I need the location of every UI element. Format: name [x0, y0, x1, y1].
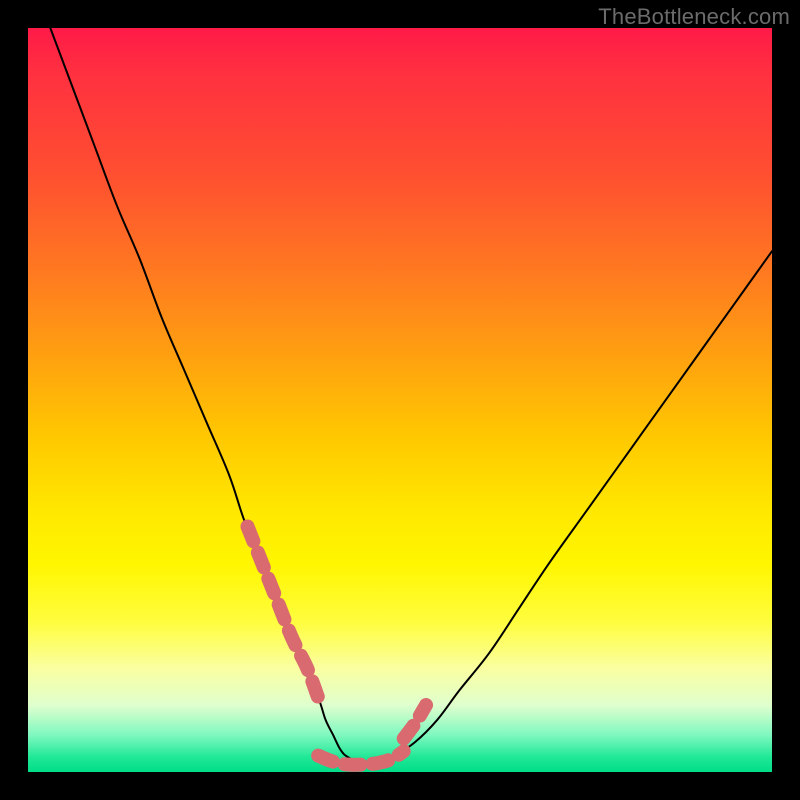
watermark-text: TheBottleneck.com — [598, 4, 790, 30]
highlight-segment-1 — [318, 751, 404, 765]
plot-area — [28, 28, 772, 772]
highlight-segment-0 — [247, 526, 318, 697]
highlight-segment-2 — [404, 705, 426, 738]
chart-frame: TheBottleneck.com — [0, 0, 800, 800]
curve-svg — [28, 28, 772, 772]
bottleneck-curve — [50, 28, 772, 766]
